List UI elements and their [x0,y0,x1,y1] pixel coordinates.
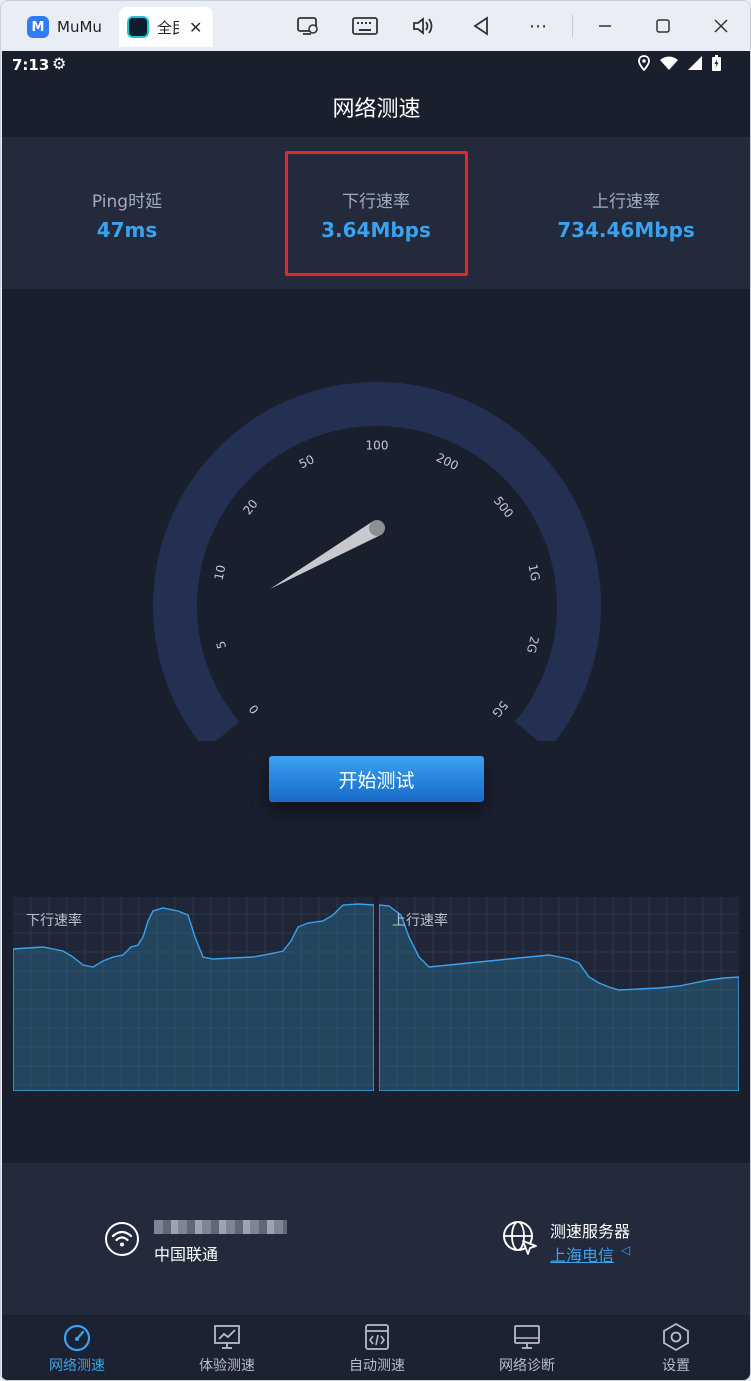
download-highlight-box [285,151,468,276]
battery-icon [712,55,721,71]
wifi-status-icon [660,56,678,70]
network-info-bar: 中国联通 测速服务器 上海电信 ◁ [2,1163,750,1315]
gauge-tick-label: 500 [491,494,516,521]
status-icons [638,55,721,71]
gauge-tick-label: 100 [366,439,389,453]
gauge-tick-label: 50 [297,452,317,471]
upload-stat: 上行速率 734.46Mbps [516,187,736,242]
tab-speedtest-app[interactable]: 全民 ✕ [119,7,213,47]
nav-label: 设置 [662,1358,690,1374]
ping-stat: Ping时延 47ms [17,187,237,242]
minimize-icon[interactable] [592,13,618,39]
nav-item-settings[interactable]: 设置 [601,1315,750,1380]
android-screen: 7:13 ⚙ 网络测速 Ping时延 47ms 下行速率 3.64Mbps 上行… [2,51,750,1380]
wifi-icon [105,1222,139,1256]
monitor-icon [514,1325,540,1349]
download-chart-label: 下行速率 [26,913,82,929]
gauge-tick-label: 20 [240,497,260,518]
settings-gear-icon: ⚙ [52,54,67,73]
server-title: 测速服务器 [550,1222,631,1241]
keyboard-icon[interactable] [352,13,378,39]
download-chart: 下行速率 [12,897,375,1092]
more-icon[interactable]: ⋯ [525,13,551,39]
nav-item-experience[interactable]: 体验测速 [152,1315,302,1380]
tab-label: 全民 [157,18,179,37]
volume-icon[interactable] [410,13,436,39]
speedometer-icon [63,1324,91,1352]
nav-label: 网络诊断 [499,1358,555,1374]
upload-label: 上行速率 [592,192,660,212]
server-select-link[interactable]: 上海电信 [550,1242,614,1266]
nav-label: 网络测速 [49,1358,105,1374]
gauge-needle [270,520,385,589]
gauge-tick-label: 5 [214,639,229,650]
stats-panel: Ping时延 47ms 下行速率 3.64Mbps 上行速率 734.46Mbp… [2,137,750,289]
globe-cursor-icon [503,1221,537,1255]
gauge-tick-label: 1G [525,563,542,582]
start-test-button[interactable]: 开始测试 [269,756,484,802]
back-icon[interactable] [468,13,494,39]
isp-name: 中国联通 [154,1245,219,1264]
status-time: 7:13 [12,56,50,74]
emulator-titlebar: M MuMu 全民 ✕ ⋯ [1,1,750,51]
nav-item-auto-test[interactable]: 自动测速 [302,1315,452,1380]
nav-item-speedtest[interactable]: 网络测速 [2,1315,152,1380]
mumu-logo-icon: M [27,16,49,38]
tab-close-icon[interactable]: ✕ [189,18,202,37]
upload-value: 734.46Mbps [557,218,695,242]
close-icon[interactable] [708,13,734,39]
location-icon [638,55,650,71]
page-title: 网络测速 [332,97,421,122]
nav-label: 体验测速 [199,1358,255,1374]
upload-chart-label: 上行速率 [392,913,448,929]
speedtest-app-icon [127,16,149,38]
speed-gauge: 0 5 10 20 50 100 200 500 1G 2G 5G [153,381,601,741]
emulator-window: M MuMu 全民 ✕ ⋯ [0,0,751,1381]
settings-hexagon-icon [663,1322,689,1352]
titlebar-divider [572,15,573,37]
maximize-icon[interactable] [650,13,676,39]
tab-label: MuMu [57,18,101,36]
network-name-blurred [154,1220,287,1234]
gauge-tick-label: 2G [524,635,542,655]
nav-item-diagnosis[interactable]: 网络诊断 [452,1315,602,1380]
tab-mumu[interactable]: M MuMu [19,7,115,47]
nav-label: 自动测速 [349,1358,405,1374]
ping-label: Ping时延 [91,192,163,212]
gauge-arc [153,381,601,741]
needle-hub [369,520,385,536]
bottom-nav: 网络测速 体验测速 自动测速 网络诊断 设置 [2,1315,750,1380]
chart-monitor-icon [214,1325,240,1349]
ping-value: 47ms [96,218,158,242]
signal-icon [688,56,702,70]
gauge-tick-label: 200 [434,450,461,473]
status-bar: 7:13 ⚙ [2,51,750,79]
server-arrow-icon[interactable]: ◁ [621,1243,630,1257]
needle-shape [270,521,381,589]
gauge-tick-labels: 0 5 10 20 50 100 200 500 1G 2G 5G [212,439,543,721]
gauge-tick-label: 5G [489,698,511,720]
gauge-tick-label: 0 [246,702,262,717]
code-file-icon [365,1324,389,1350]
gauge-tick-label: 10 [212,564,229,582]
screen-record-icon[interactable] [295,13,321,39]
upload-chart: 上行速率 [378,897,740,1092]
